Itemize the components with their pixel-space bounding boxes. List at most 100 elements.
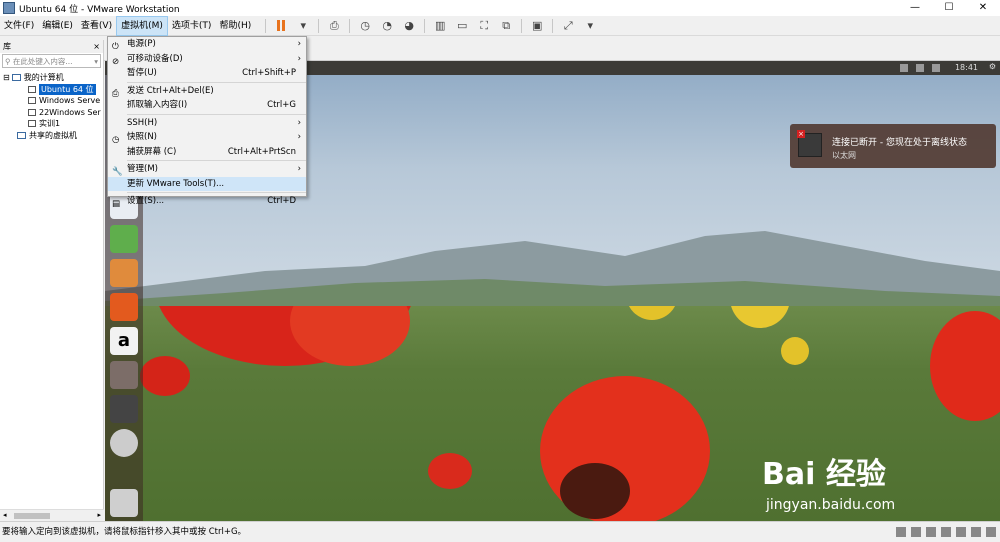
notification-subtitle: 以太网 — [832, 151, 856, 160]
menu-item-pause[interactable]: 暂停(U) Ctrl+Shift+P — [108, 66, 306, 81]
ubuntu-software-icon[interactable] — [110, 293, 138, 321]
menu-separator — [127, 160, 306, 161]
libreoffice-impress-icon[interactable] — [110, 259, 138, 287]
removable-device-icon: ⊘ — [112, 56, 120, 67]
menu-item-update-vmware-tools[interactable]: 更新 VMware Tools(T)... — [108, 176, 306, 191]
usb-icon[interactable] — [941, 527, 951, 537]
fullscreen-icon[interactable]: ⛶ — [475, 17, 493, 35]
menu-file[interactable]: 文件(F) — [0, 16, 38, 36]
tree-item-ubuntu[interactable]: Ubuntu 64 位 — [0, 83, 103, 96]
device-status-icons — [896, 527, 996, 537]
menu-item-capture-screen[interactable]: 捕获屏幕 (C) Ctrl+Alt+PrtScn — [108, 145, 306, 160]
submenu-arrow-icon: › — [297, 164, 301, 174]
tree-item-shixun1[interactable]: 实训1 — [0, 118, 103, 130]
menu-item-grab-input[interactable]: 抓取输入内容(I) Ctrl+G — [108, 98, 306, 113]
wrench-icon: 🔧 — [112, 167, 123, 177]
network-disconnected-notification: × 连接已断开 - 您现在处于离线状态 以太网 — [790, 124, 996, 168]
menu-help[interactable]: 帮助(H) — [215, 16, 255, 36]
scroll-left-icon[interactable]: ◂ — [3, 511, 7, 519]
menu-vm[interactable]: 虚拟机(M) — [116, 15, 168, 36]
libreoffice-calc-icon[interactable] — [110, 225, 138, 253]
menu-item-manage[interactable]: 🔧 管理(M) › — [108, 162, 306, 177]
menu-tabs[interactable]: 选项卡(T) — [168, 16, 216, 36]
trash-icon[interactable] — [110, 489, 138, 517]
close-button[interactable]: ✕ — [966, 0, 1000, 16]
revert-snapshot-icon[interactable]: ◔ — [378, 17, 396, 35]
menu-item-snapshot[interactable]: ◷ 快照(N) › — [108, 130, 306, 145]
toolbar-separator — [424, 18, 426, 33]
menu-separator — [127, 81, 306, 83]
volume-icon[interactable] — [932, 64, 940, 72]
amazon-icon[interactable]: a — [110, 327, 138, 355]
settings-icon[interactable]: ⚙ — [989, 62, 996, 71]
maximize-button[interactable]: ☐ — [932, 0, 966, 16]
vm-tree: ⊟ 我的计算机 Ubuntu 64 位 Windows Serve 22Wind… — [0, 72, 103, 141]
library-search-placeholder: 在此处键入内容... — [12, 56, 73, 66]
vmware-app-icon — [3, 2, 15, 14]
menu-item-power[interactable]: ⏻ 电源(P) › — [108, 37, 306, 52]
pause-button[interactable] — [272, 17, 290, 35]
dvd-icon[interactable] — [110, 429, 138, 457]
menu-view[interactable]: 查看(V) — [77, 16, 116, 36]
printer-icon[interactable] — [971, 527, 981, 537]
menu-bar: 文件(F) 编辑(E) 查看(V) 虚拟机(M) 选项卡(T) 帮助(H) ▾ … — [0, 15, 1000, 36]
status-text: 要将输入定向到该虚拟机，请将鼠标指针移入其中或按 Ctrl+G。 — [2, 527, 247, 537]
keyboard-icon[interactable] — [916, 64, 924, 72]
wallpaper-mountains — [105, 231, 1000, 321]
send-ctrl-alt-del-icon[interactable]: ⎙ — [325, 17, 343, 35]
menu-edit[interactable]: 编辑(E) — [38, 16, 77, 36]
system-settings-icon[interactable] — [110, 361, 138, 389]
network-icon[interactable] — [900, 64, 908, 72]
toolbar-separator — [521, 18, 523, 33]
submenu-arrow-icon: › — [297, 39, 301, 49]
sound-icon[interactable] — [956, 527, 966, 537]
stretch-guest-icon[interactable]: ⤢ — [559, 17, 577, 35]
menu-item-ssh[interactable]: SSH(H) › — [108, 116, 306, 131]
cd-rom-icon[interactable] — [911, 527, 921, 537]
collapse-icon[interactable]: ⊟ — [3, 73, 10, 82]
notification-title: 连接已断开 - 您现在处于离线状态 — [832, 138, 967, 148]
status-bar: 要将输入定向到该虚拟机，请将鼠标指针移入其中或按 Ctrl+G。 — [0, 521, 1000, 541]
baidu-watermark: Bai 经验 jingyan.baidu.com — [762, 449, 895, 513]
library-header: 库 × — [0, 40, 103, 53]
thumbnail-bar-icon[interactable]: ▭ — [453, 17, 471, 35]
stretch-dropdown-icon[interactable]: ▾ — [581, 17, 599, 35]
library-panel: 库 × ⚲ 在此处键入内容... ▾ ⊟ 我的计算机 Ubuntu 64 位 W… — [0, 40, 104, 521]
network-adapter-icon[interactable] — [926, 527, 936, 537]
menu-item-settings[interactable]: ▤ 设置(S)... Ctrl+D — [108, 194, 306, 209]
system-tray — [900, 64, 940, 72]
tree-item-shared-vms[interactable]: 共享的虚拟机 — [0, 130, 103, 142]
menu-item-send-ctrl-alt-del[interactable]: ⎙ 发送 Ctrl+Alt+Del(E) — [108, 84, 306, 99]
library-horizontal-scrollbar[interactable]: ◂ ▸ — [0, 509, 104, 521]
pause-dropdown-icon[interactable]: ▾ — [294, 17, 312, 35]
send-keys-icon: ⎙ — [112, 88, 119, 99]
snapshot-icon[interactable]: ◷ — [356, 17, 374, 35]
tree-item-22windows-server[interactable]: 22Windows Ser — [0, 107, 103, 119]
snapshot-manager-icon[interactable]: ◕ — [400, 17, 418, 35]
submenu-arrow-icon: › — [297, 132, 301, 142]
unity-icon[interactable]: ⧉ — [497, 17, 515, 35]
show-library-icon[interactable]: ▥ — [431, 17, 449, 35]
menu-item-removable-devices[interactable]: ⊘ 可移动设备(D) › — [108, 52, 306, 67]
scroll-thumb[interactable] — [14, 513, 50, 519]
minimize-button[interactable]: — — [898, 0, 932, 16]
search-dropdown-icon[interactable]: ▾ — [94, 57, 100, 66]
toolbar-separator — [265, 18, 267, 33]
hard-disk-icon[interactable] — [896, 527, 906, 537]
tree-item-windows-server[interactable]: Windows Serve — [0, 95, 103, 107]
search-icon: ⚲ — [5, 56, 13, 66]
library-search-input[interactable]: ⚲ 在此处键入内容... ▾ — [2, 54, 101, 68]
submenu-arrow-icon: › — [297, 53, 301, 64]
vm-icon — [28, 97, 36, 105]
tree-item-my-computer[interactable]: ⊟ 我的计算机 — [0, 72, 103, 84]
clock[interactable]: 18:41 — [955, 63, 978, 72]
vm-icon — [28, 120, 36, 128]
submenu-arrow-icon: › — [297, 117, 301, 128]
scroll-right-icon[interactable]: ▸ — [97, 511, 101, 519]
console-view-icon[interactable]: ▣ — [528, 17, 546, 35]
display-icon[interactable] — [986, 527, 996, 537]
power-icon: ⏻ — [112, 42, 119, 52]
toolbar-separator — [552, 18, 554, 33]
library-close-icon[interactable]: × — [93, 42, 100, 51]
floppy-disk-icon[interactable] — [110, 395, 138, 423]
